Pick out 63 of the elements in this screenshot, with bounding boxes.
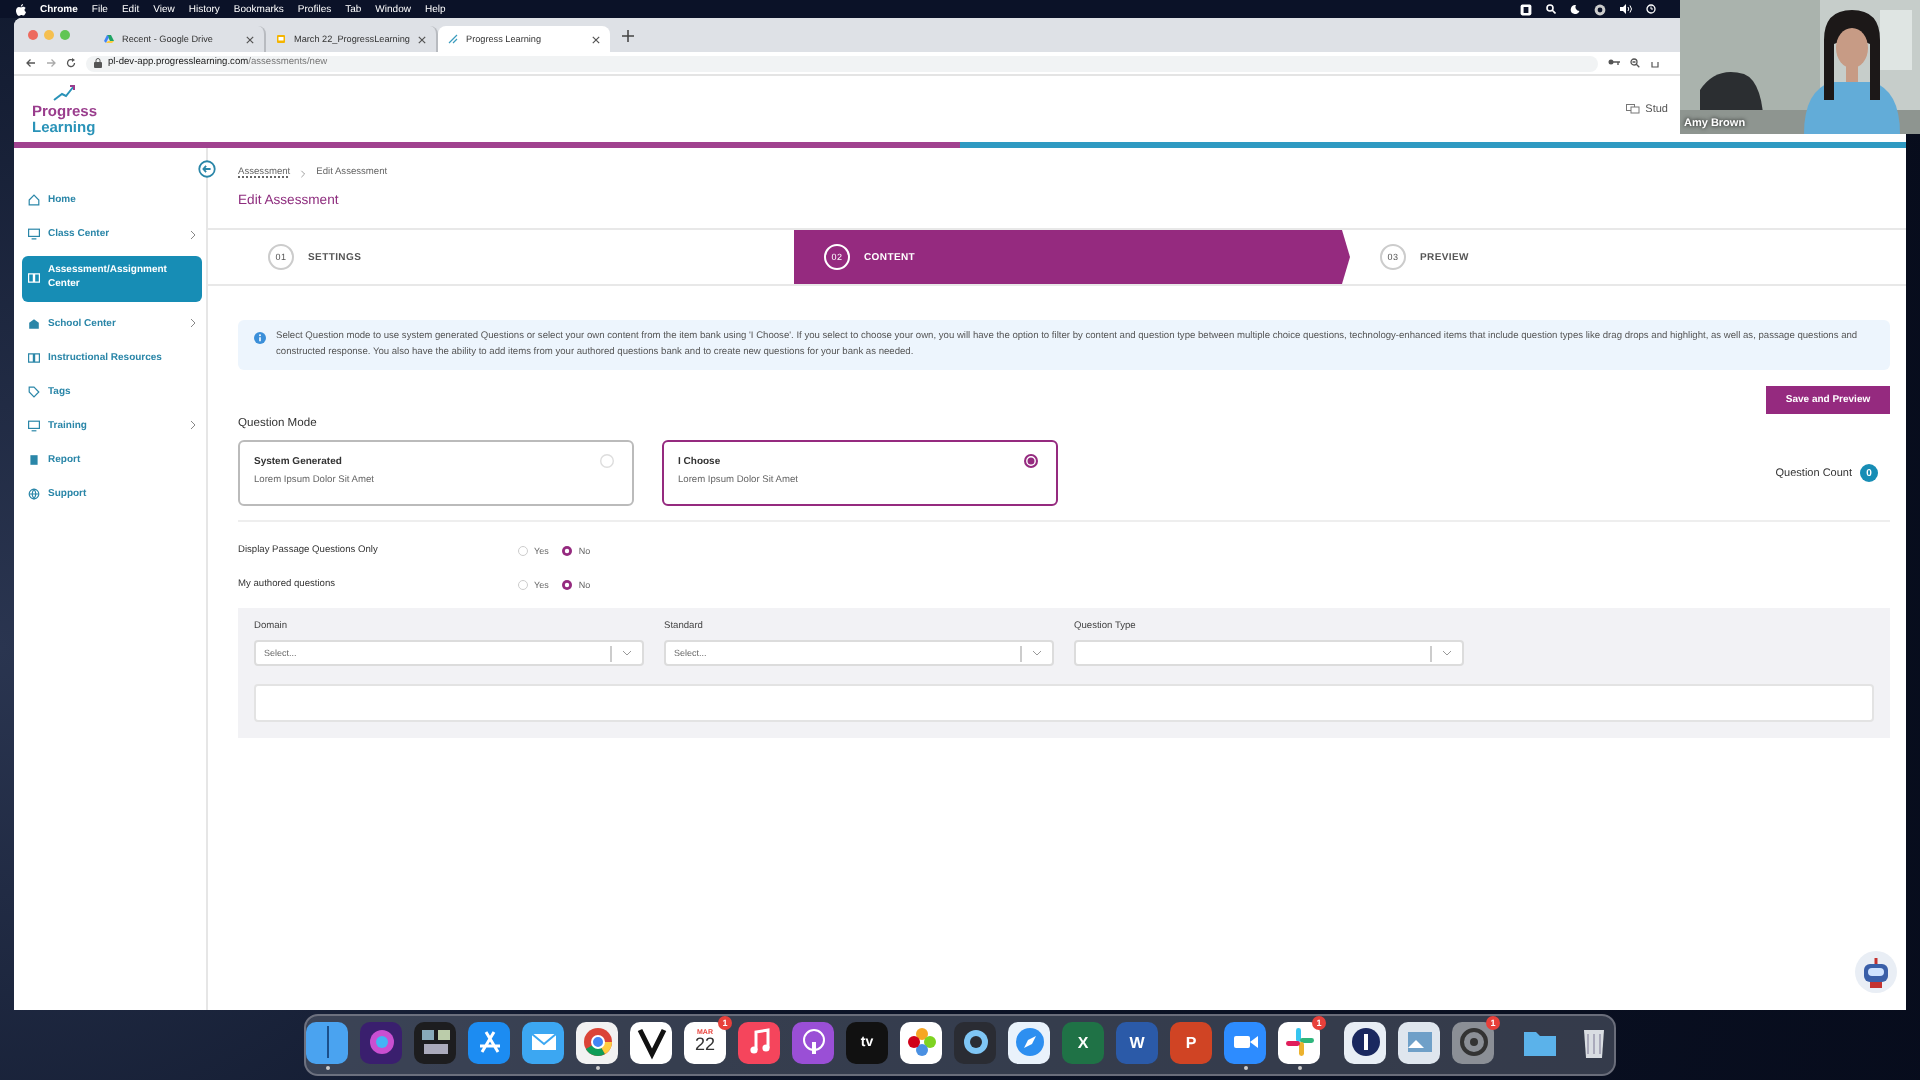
dock-app-icon[interactable] (1344, 1021, 1386, 1063)
control-center-icon[interactable] (1594, 3, 1606, 15)
dock-app-icon[interactable] (1398, 1021, 1440, 1063)
dock-app-icon[interactable] (630, 1021, 672, 1063)
share-icon[interactable] (1650, 58, 1660, 68)
collapse-icon[interactable] (198, 160, 216, 178)
chevron-down-icon (1032, 650, 1042, 657)
dock-app-icon[interactable] (954, 1021, 996, 1063)
dock-app-icon[interactable] (522, 1021, 564, 1063)
zoom-icon[interactable] (1630, 58, 1640, 68)
moon-icon[interactable] (1570, 4, 1580, 14)
radio-icon[interactable] (518, 546, 528, 557)
dock-app-icon[interactable] (468, 1021, 510, 1063)
dock-app-icon[interactable]: X (1062, 1021, 1104, 1063)
slides-icon (276, 34, 286, 44)
speaker-icon[interactable] (1620, 4, 1632, 14)
app-status-icon[interactable] (1520, 3, 1532, 15)
drive-icon (104, 34, 114, 44)
select-field[interactable] (1074, 640, 1464, 667)
chevron-down-icon (1442, 650, 1452, 657)
chat-widget-icon[interactable] (1854, 950, 1898, 994)
site-icon (448, 34, 458, 44)
book-icon (28, 272, 40, 285)
dock-app-icon[interactable] (414, 1021, 456, 1063)
chevron-right-icon (300, 169, 307, 177)
back-icon[interactable] (26, 58, 36, 68)
dock-app-icon[interactable] (1008, 1021, 1050, 1063)
lock-icon (94, 58, 102, 68)
radio-icon[interactable] (518, 580, 528, 591)
radio-icon[interactable] (600, 454, 614, 469)
radio-checked-icon[interactable] (562, 580, 573, 591)
building-icon (28, 317, 40, 329)
dock-app-icon[interactable] (738, 1021, 780, 1063)
radio-checked-icon[interactable] (1024, 454, 1038, 469)
key-icon[interactable] (1608, 58, 1620, 66)
dock-app-icon[interactable] (900, 1021, 942, 1063)
reload-icon[interactable] (66, 58, 76, 68)
home-icon (28, 194, 40, 206)
monitor-icon (28, 419, 40, 431)
close-icon[interactable] (592, 35, 600, 43)
close-icon[interactable] (246, 35, 254, 43)
chart-arrow-icon (52, 84, 76, 103)
dock-app-icon[interactable]: W (1116, 1021, 1158, 1063)
tag-icon (28, 385, 40, 397)
book-icon (28, 351, 40, 363)
info-icon (254, 332, 266, 344)
radio-checked-icon[interactable] (562, 546, 573, 557)
chat-icon (1625, 104, 1640, 114)
apple-icon (16, 3, 26, 15)
new-tab-icon[interactable] (622, 29, 634, 41)
clipboard-icon (28, 453, 40, 465)
dock-app-icon[interactable] (1224, 1021, 1266, 1063)
chevron-down-icon (622, 650, 632, 657)
globe-icon (28, 487, 40, 499)
dock-app-icon[interactable] (360, 1021, 402, 1063)
close-icon[interactable] (418, 35, 426, 43)
search-icon[interactable] (1546, 4, 1556, 14)
dock-app-icon[interactable] (792, 1021, 834, 1063)
dock-app-icon[interactable]: P (1170, 1021, 1212, 1063)
input-field[interactable] (254, 684, 1874, 723)
monitor-icon (28, 228, 40, 240)
dock-app-icon[interactable] (576, 1021, 618, 1063)
clock-icon[interactable] (1646, 4, 1656, 14)
